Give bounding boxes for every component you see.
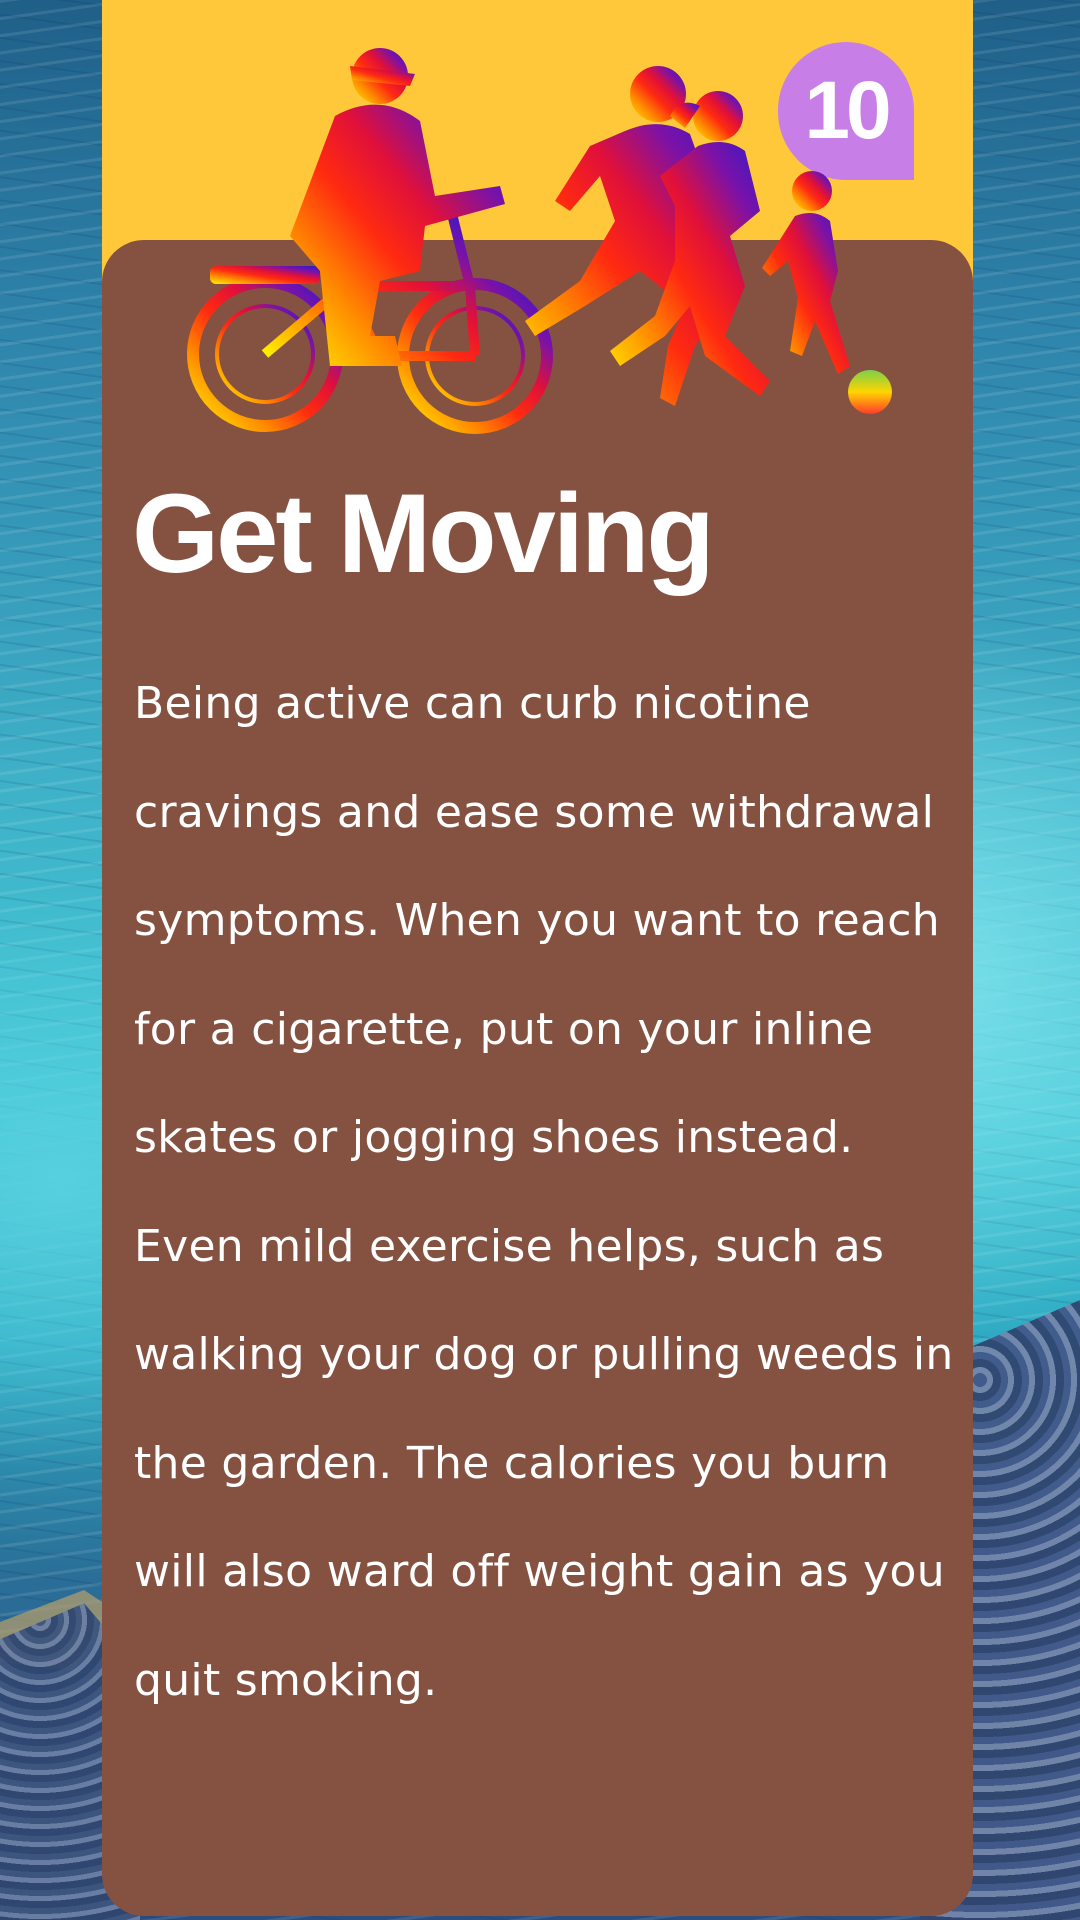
cyclist-icon (187, 48, 553, 434)
child-runner-icon (762, 171, 850, 374)
tip-body: Being active can curb nicotine cravings … (134, 678, 954, 1706)
exercise-illustration (187, 48, 892, 434)
tip-title: Get Moving (132, 471, 715, 596)
ball-icon (848, 370, 892, 414)
